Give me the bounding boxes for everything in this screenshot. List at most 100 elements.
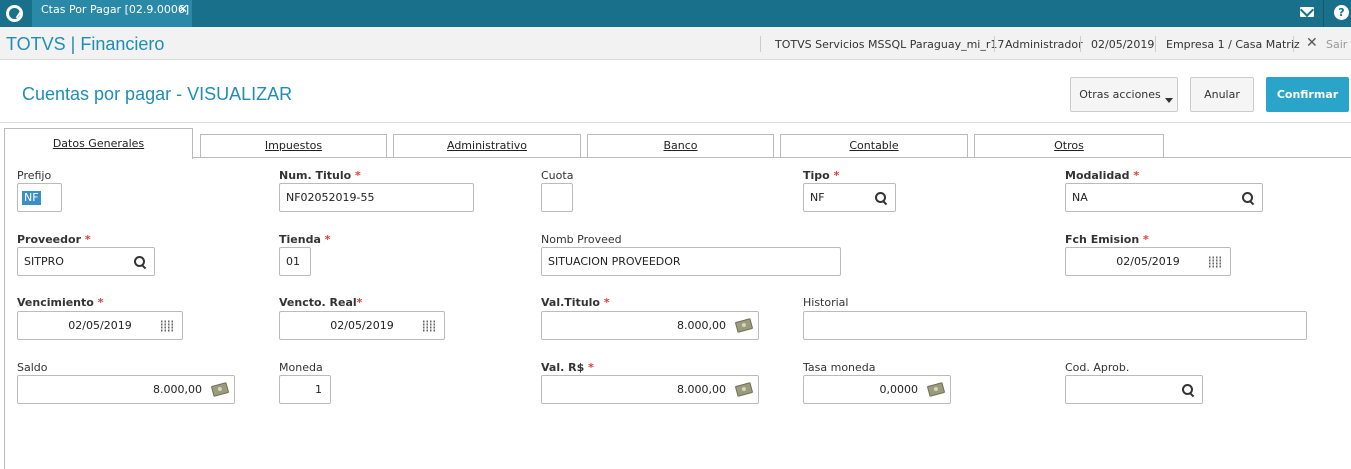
money-icon[interactable] [734,382,754,397]
modalidad-field[interactable]: NA [1065,183,1263,212]
tab-impuestos[interactable]: Impuestos [200,134,387,158]
tab-label: Impuestos [264,139,323,152]
company-info: Empresa 1 / Casa Matriz [1166,38,1300,51]
tienda-value: 01 [286,255,300,268]
tab-label: Banco [663,139,698,152]
vencto-real-label: Vencto. Real* [279,296,363,309]
search-icon[interactable] [134,256,146,268]
header-separator [760,36,761,52]
fch-emision-value: 02/05/2019 [1116,255,1180,268]
tasa-moneda-label: Tasa moneda [803,361,876,374]
calendar-icon[interactable] [160,320,174,332]
vencimiento-value: 02/05/2019 [68,319,132,332]
search-icon[interactable] [875,192,887,204]
prefijo-field[interactable]: NF [17,183,62,212]
fch-emision-label: Fch Emision * [1065,233,1149,246]
fch-emision-field[interactable]: 02/05/2019 [1065,247,1231,276]
divider [0,122,1351,123]
vencto-real-field[interactable]: 02/05/2019 [279,311,445,340]
modalidad-value: NA [1072,191,1088,204]
proveedor-value: SITPRO [24,255,64,268]
tab-label: Datos Generales [52,137,145,150]
tienda-field[interactable]: 01 [279,247,311,276]
tab-banco[interactable]: Banco [587,134,774,158]
vencimiento-label: Vencimiento * [17,296,104,309]
money-icon[interactable] [734,318,754,333]
cod-aprob-label: Cod. Aprob. [1065,361,1130,374]
vencimiento-field[interactable]: 02/05/2019 [17,311,183,340]
window-tab-ctas-por-pagar[interactable]: Ctas Por Pagar [02.9.0006] [32,0,192,27]
saldo-value: 8.000,00 [153,383,202,396]
cod-aprob-field[interactable] [1065,375,1203,404]
nomb-proveed-value: SITUACION PROVEEDOR [548,255,681,268]
tab-administrativo[interactable]: Administrativo [393,134,581,158]
moneda-field[interactable]: 1 [279,375,331,404]
tipo-value: NF [810,191,825,204]
close-icon[interactable]: ✕ [178,3,188,15]
header-separator [1155,36,1156,52]
exit-button[interactable]: Sair [1326,38,1347,51]
modalidad-label: Modalidad * [1065,169,1140,182]
tab-label: Administrativo [446,139,528,152]
header-separator [994,36,995,52]
val-rs-label: Val. R$ * [541,361,594,374]
proveedor-label: Proveedor * [17,233,91,246]
cuota-field[interactable] [541,183,573,212]
historial-label: Historial [803,296,849,309]
session-date: 02/05/2019 [1091,38,1155,51]
top-separator [1323,0,1324,27]
exit-icon[interactable]: ✕ [1306,35,1318,51]
app-brand: TOTVS | Financiero [6,34,165,54]
mail-icon[interactable] [1300,7,1314,17]
prefijo-value: NF [22,191,41,205]
saldo-field[interactable]: 8.000,00 [17,375,235,404]
header-separator [1080,36,1081,52]
calendar-icon[interactable] [422,320,436,332]
moneda-label: Moneda [279,361,323,374]
num-titulo-field[interactable]: NF02052019-55 [279,183,474,212]
totvs-logo-icon[interactable] [6,5,23,22]
user-name: Administrador [1005,38,1083,51]
search-icon[interactable] [1182,384,1194,396]
tienda-label: Tienda * [279,233,331,246]
money-icon[interactable] [926,382,946,397]
tipo-field[interactable]: NF [803,183,896,212]
val-titulo-value: 8.000,00 [677,319,726,332]
nomb-proveed-label: Nomb Proveed [541,233,622,246]
nomb-proveed-field[interactable]: SITUACION PROVEEDOR [541,247,841,276]
cuota-label: Cuota [541,169,574,182]
chevron-down-icon[interactable] [1165,98,1173,103]
top-bar: Ctas Por Pagar [02.9.0006] ✕ ? [0,0,1351,27]
page-title: Cuentas por pagar - VISUALIZAR [22,84,293,104]
help-icon[interactable]: ? [1334,5,1349,20]
historial-field[interactable] [803,311,1307,340]
tasa-moneda-field[interactable]: 0,0000 [803,375,951,404]
server-info: TOTVS Servicios MSSQL Paraguay_mi_r17 [775,38,1005,51]
other-actions-button[interactable]: Otras acciones [1070,77,1178,112]
tab-contable[interactable]: Contable [780,134,968,158]
tab-datos-generales[interactable]: Datos Generales [4,128,193,159]
tipo-label: Tipo * [803,169,840,182]
val-titulo-label: Val.Titulo * [541,296,610,309]
num-titulo-value: NF02052019-55 [286,191,375,204]
cancel-button[interactable]: Anular [1190,77,1254,112]
confirm-button[interactable]: Confirmar [1266,77,1349,112]
calendar-icon[interactable] [1208,256,1222,268]
saldo-label: Saldo [17,361,48,374]
val-rs-field[interactable]: 8.000,00 [541,375,759,404]
moneda-value: 1 [315,383,322,396]
proveedor-field[interactable]: SITPRO [17,247,155,276]
tab-otros[interactable]: Otros [974,134,1164,158]
prefijo-label: Prefijo [17,169,52,182]
tab-label: Contable [849,139,899,152]
money-icon[interactable] [210,382,230,397]
tasa-moneda-value: 0,0000 [879,383,919,396]
val-titulo-field[interactable]: 8.000,00 [541,311,759,340]
tab-label: Otros [1054,139,1084,152]
search-icon[interactable] [1242,192,1254,204]
header-bar: TOTVS | Financiero TOTVS Servicios MSSQL… [0,27,1351,60]
val-rs-value: 8.000,00 [677,383,726,396]
window-tab-label: Ctas Por Pagar [02.9.0006] [41,3,190,16]
vencto-real-value: 02/05/2019 [330,319,394,332]
num-titulo-label: Num. Titulo * [279,169,361,182]
